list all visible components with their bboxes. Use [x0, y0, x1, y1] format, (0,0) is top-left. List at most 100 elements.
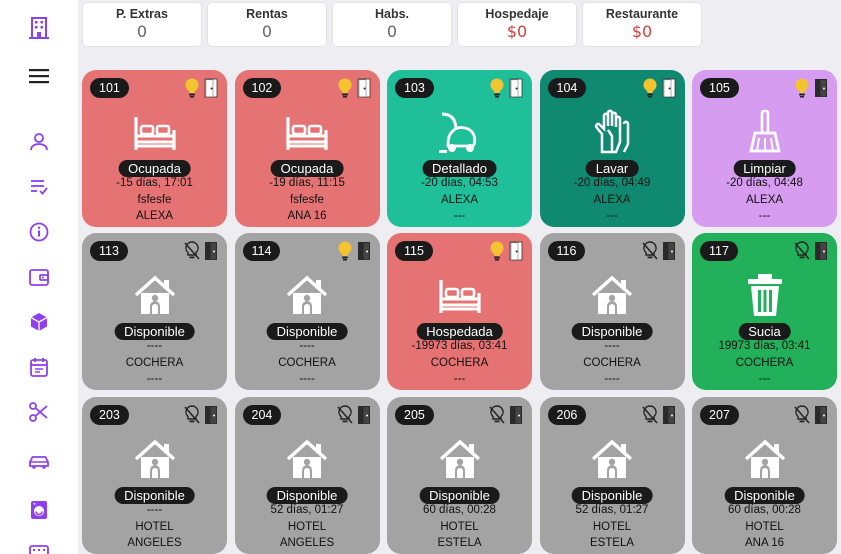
- room-info-1: ALEXA: [440, 194, 479, 206]
- house-icon: [131, 435, 179, 483]
- keyboard-icon[interactable]: [27, 542, 51, 554]
- room-card[interactable]: 207 Disponible 60 días, 00:28 HOTEL ANA 16: [692, 397, 837, 554]
- room-card[interactable]: 203 Disponible ---- HOTEL ANGELES: [82, 397, 227, 554]
- scissors-icon[interactable]: [27, 400, 51, 424]
- light-off-icon: [641, 241, 658, 261]
- calendar-icon[interactable]: [27, 355, 51, 379]
- room-info-1: fsfesfe: [290, 194, 324, 206]
- room-info-1: HOTEL: [745, 521, 784, 533]
- room-card[interactable]: 103 Detallado -20 días, 04:53 ALEXA ---: [387, 70, 532, 227]
- broom-icon: [741, 108, 789, 156]
- door-icon: [661, 78, 677, 98]
- room-info-1: ALEXA: [745, 194, 784, 206]
- room-status: Ocupada: [118, 160, 191, 177]
- room-card[interactable]: 204 Disponible 52 días, 01:27 HOTEL ANGELES: [234, 397, 380, 554]
- wallet-icon[interactable]: [27, 265, 51, 289]
- stat-card-hospedaje: Hospedaje $0: [457, 2, 577, 47]
- washer-icon[interactable]: [27, 498, 51, 522]
- room-info-1: HOTEL: [287, 521, 327, 533]
- room-status-icons: [337, 78, 372, 98]
- stat-label: Restaurante: [605, 7, 679, 21]
- light-off-icon: [794, 405, 810, 425]
- room-card[interactable]: 117 Sucia 19973 días, 03:41 COCHERA ---: [692, 233, 837, 390]
- room-number: 116: [547, 241, 586, 261]
- room-info-2: ESTELA: [589, 537, 635, 549]
- room-status: Disponible: [571, 487, 653, 504]
- building-icon[interactable]: [27, 16, 51, 40]
- house-icon: [588, 435, 636, 483]
- room-status: Disponible: [571, 323, 653, 340]
- checklist-icon[interactable]: [27, 175, 51, 199]
- door-icon: [508, 405, 524, 425]
- menu-icon[interactable]: [27, 64, 51, 88]
- bed-icon: [283, 108, 331, 156]
- door-icon: [203, 78, 219, 98]
- stat-label: P. Extras: [116, 7, 168, 21]
- room-number: 204: [242, 405, 282, 425]
- stat-label: Habs.: [374, 7, 410, 21]
- room-number: 105: [700, 78, 739, 98]
- room-info-2: ----: [604, 373, 620, 385]
- house-icon: [283, 435, 331, 483]
- room-time: ----: [299, 340, 315, 352]
- room-status-icons: [642, 78, 677, 98]
- room-card[interactable]: 205 Disponible 60 días, 00:28 HOTEL ESTELA: [387, 397, 532, 554]
- room-status-icons: [641, 241, 677, 261]
- room-status-icons: [489, 405, 524, 425]
- room-time: 52 días, 01:27: [270, 504, 344, 516]
- room-card[interactable]: 105 Limpiar -20 días, 04:48 ALEXA ---: [692, 70, 837, 227]
- room-card[interactable]: 115 Hospedada -19973 días, 03:41 COCHERA ---: [387, 233, 532, 390]
- room-number: 207: [700, 405, 739, 425]
- room-info-1: COCHERA: [735, 357, 794, 369]
- room-card[interactable]: 104 Lavar -20 días, 04:49 ALEXA ---: [539, 70, 685, 227]
- room-status-icons: [336, 405, 372, 425]
- room-card[interactable]: 114 Disponible ---- COCHERA ----: [234, 233, 380, 390]
- box-icon[interactable]: [27, 310, 51, 334]
- room-status-icons: [794, 241, 829, 261]
- stat-value: $0: [506, 22, 528, 41]
- gloves-icon: [588, 108, 636, 156]
- info-icon[interactable]: [27, 220, 51, 244]
- door-icon: [203, 405, 219, 425]
- room-info-2: ALEXA: [135, 210, 174, 222]
- room-status-icons: [641, 405, 677, 425]
- door-icon: [813, 241, 829, 261]
- room-info-2: ----: [299, 373, 315, 385]
- room-status-icons: [184, 405, 219, 425]
- room-time: 60 días, 00:28: [423, 504, 496, 516]
- room-time: ----: [146, 340, 163, 352]
- stat-card-habs: Habs. 0: [332, 2, 452, 47]
- room-number: 114: [242, 241, 281, 261]
- room-info-1: COCHERA: [430, 357, 489, 369]
- sidebar: [0, 0, 78, 554]
- user-icon[interactable]: [27, 130, 51, 154]
- room-number: 101: [90, 78, 129, 98]
- room-status-icons: [184, 78, 219, 98]
- room-info-1: fsfesfe: [137, 194, 172, 206]
- room-card[interactable]: 116 Disponible ---- COCHERA ----: [539, 233, 685, 390]
- room-card[interactable]: 113 Disponible ---- COCHERA ----: [82, 233, 227, 390]
- room-card[interactable]: 101 Ocupada -15 días, 17:01 fsfesfe ALEXA: [82, 70, 227, 227]
- house-icon: [283, 271, 331, 319]
- room-info-2: ---: [606, 210, 618, 222]
- main-content: P. Extras 0 Rentas 0 Habs. 0 Hospedaje $…: [78, 0, 841, 554]
- stat-card-p-extras: P. Extras 0: [82, 2, 202, 47]
- room-info-2: ---: [453, 210, 466, 222]
- stat-card-rentas: Rentas 0: [207, 2, 327, 47]
- room-status: Hospedada: [416, 323, 503, 340]
- room-info-1: ALEXA: [593, 194, 631, 206]
- light-bulb-icon: [642, 78, 658, 98]
- room-card[interactable]: 102 Ocupada -19 días, 11:15 fsfesfe ANA 16: [234, 70, 380, 227]
- car-icon[interactable]: [27, 450, 51, 474]
- house-icon: [741, 435, 789, 483]
- room-info-2: ---: [453, 373, 466, 385]
- light-off-icon: [794, 241, 810, 261]
- house-icon: [131, 271, 179, 319]
- door-icon: [661, 241, 677, 261]
- room-info-2: ANA 16: [745, 537, 784, 549]
- room-card[interactable]: 206 Disponible 52 días, 01:27 HOTEL ESTELA: [539, 397, 685, 554]
- stat-value: 0: [386, 22, 398, 41]
- room-number: 103: [395, 78, 434, 98]
- room-time: -19 días, 11:15: [269, 177, 345, 189]
- door-icon: [813, 405, 829, 425]
